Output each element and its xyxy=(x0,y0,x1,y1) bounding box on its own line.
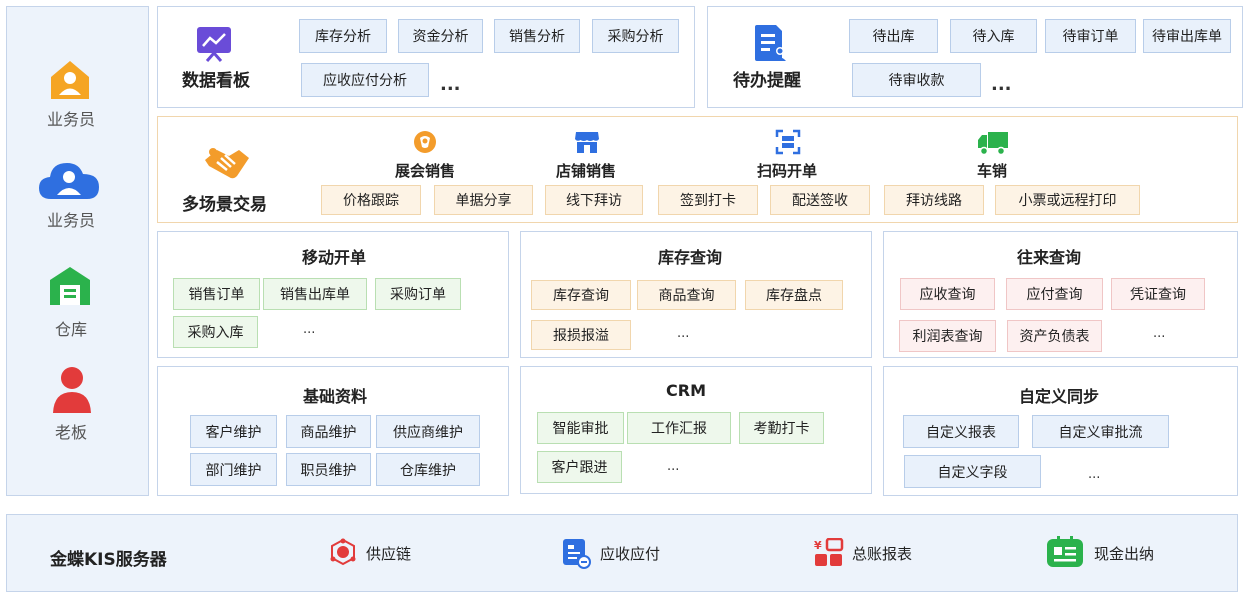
supply-chain-icon xyxy=(329,538,357,566)
scene-tag-visit-route[interactable]: 拜访线路 xyxy=(884,185,984,215)
basic-tag-product[interactable]: 商品维护 xyxy=(286,415,371,448)
exhibition-icon xyxy=(413,130,437,154)
warehouse-icon xyxy=(48,265,92,307)
custom-tag-report[interactable]: 自定义报表 xyxy=(903,415,1019,448)
basic-data-title: 基础资料 xyxy=(303,387,368,406)
mobile-order-title: 移动开单 xyxy=(302,248,367,267)
mobile-tag-purchase-inbound[interactable]: 采购入库 xyxy=(173,316,258,348)
scene-tag-offline-visit[interactable]: 线下拜访 xyxy=(545,185,643,215)
stock-tag-stocktake[interactable]: 库存盘点 xyxy=(745,280,843,310)
crm-tag-approval[interactable]: 智能审批 xyxy=(537,412,624,444)
crm-tag-customer-follow[interactable]: 客户跟进 xyxy=(537,451,622,483)
scan-icon xyxy=(775,129,801,155)
stock-tag-stock-query[interactable]: 库存查询 xyxy=(531,280,631,310)
mobile-tag-sales-outbound[interactable]: 销售出库单 xyxy=(263,278,367,310)
mobile-order-more: ... xyxy=(303,322,316,337)
dashboard-more: ... xyxy=(440,74,461,95)
account-tag-payable[interactable]: 应付查询 xyxy=(1006,278,1103,310)
todo-title: 待办提醒 xyxy=(733,71,801,91)
user-house-icon xyxy=(48,58,92,102)
service-label-receivable: 应收应付 xyxy=(600,545,661,563)
scene-tag-delivery-sign[interactable]: 配送签收 xyxy=(770,185,870,215)
custom-tag-approval-flow[interactable]: 自定义审批流 xyxy=(1032,415,1169,448)
role-label-salesman-cloud: 业务员 xyxy=(46,211,95,230)
crm-title: CRM xyxy=(666,381,706,400)
scene-tag-check-in[interactable]: 签到打卡 xyxy=(658,185,758,215)
stock-tag-product-query[interactable]: 商品查询 xyxy=(637,280,736,310)
account-query-title: 往来查询 xyxy=(1017,248,1082,267)
service-label-ledger: 总账报表 xyxy=(852,545,913,563)
custom-sync-title: 自定义同步 xyxy=(1019,387,1100,406)
stock-query-more: ... xyxy=(677,326,690,341)
stock-tag-loss-gain[interactable]: 报损报溢 xyxy=(531,320,631,350)
role-label-salesman: 业务员 xyxy=(46,110,95,129)
boss-person-icon xyxy=(52,366,92,414)
todo-tag-inbound[interactable]: 待入库 xyxy=(950,19,1037,53)
scene-label-exhibition: 展会销售 xyxy=(395,162,456,180)
role-label-boss: 老板 xyxy=(54,423,87,442)
dashboard-tag-sales[interactable]: 销售分析 xyxy=(494,19,580,53)
custom-tag-field[interactable]: 自定义字段 xyxy=(904,455,1041,488)
account-tag-voucher[interactable]: 凭证查询 xyxy=(1111,278,1205,310)
custom-sync-more: ... xyxy=(1088,467,1101,482)
stock-query-title: 库存查询 xyxy=(658,248,723,267)
store-icon xyxy=(574,130,600,154)
dashboard-tag-stock[interactable]: 库存分析 xyxy=(299,19,387,53)
dashboard-tag-ar-ap[interactable]: 应收应付分析 xyxy=(301,63,429,97)
crm-tag-work-report[interactable]: 工作汇报 xyxy=(627,412,731,444)
basic-tag-supplier[interactable]: 供应商维护 xyxy=(376,415,480,448)
account-query-more: ... xyxy=(1153,326,1166,341)
todo-tag-pending-receipt[interactable]: 待审收款 xyxy=(852,63,981,97)
todo-tag-pending-outbound[interactable]: 待审出库单 xyxy=(1143,19,1231,53)
account-tag-balance-sheet[interactable]: 资产负债表 xyxy=(1007,320,1102,352)
scene-tag-doc-share[interactable]: 单据分享 xyxy=(434,185,533,215)
cashier-icon xyxy=(1045,535,1085,569)
crm-more: ... xyxy=(667,459,680,474)
scene-tag-receipt-print[interactable]: 小票或远程打印 xyxy=(995,185,1140,215)
receivable-icon xyxy=(561,537,591,569)
basic-tag-department[interactable]: 部门维护 xyxy=(190,453,277,486)
scene-label-scan: 扫码开单 xyxy=(757,162,818,180)
service-label-cashier: 现金出纳 xyxy=(1094,545,1155,563)
basic-tag-customer[interactable]: 客户维护 xyxy=(190,415,277,448)
service-label-supply-chain: 供应链 xyxy=(366,545,412,563)
scene-label-truck: 车销 xyxy=(977,162,1008,180)
document-user-icon xyxy=(752,24,788,62)
truck-icon xyxy=(976,130,1010,156)
svg-text:¥: ¥ xyxy=(814,539,822,552)
basic-tag-staff[interactable]: 职员维护 xyxy=(286,453,371,486)
monitor-chart-icon xyxy=(195,25,233,63)
dashboard-tag-fund[interactable]: 资金分析 xyxy=(398,19,483,53)
ledger-report-icon: ¥ xyxy=(814,538,844,568)
account-tag-receivable[interactable]: 应收查询 xyxy=(900,278,995,310)
multi-scene-title: 多场景交易 xyxy=(182,195,267,215)
handshake-icon xyxy=(203,146,251,182)
user-cloud-icon xyxy=(37,157,101,201)
dashboard-title: 数据看板 xyxy=(182,71,250,91)
mobile-tag-sales-order[interactable]: 销售订单 xyxy=(173,278,260,310)
scene-label-store: 店铺销售 xyxy=(556,162,617,180)
server-title: 金蝶KIS服务器 xyxy=(50,550,167,570)
mobile-tag-purchase-order[interactable]: 采购订单 xyxy=(375,278,461,310)
dashboard-tag-purchase[interactable]: 采购分析 xyxy=(592,19,679,53)
todo-more: ... xyxy=(991,74,1012,95)
basic-tag-warehouse[interactable]: 仓库维护 xyxy=(376,453,480,486)
todo-tag-outbound[interactable]: 待出库 xyxy=(849,19,938,53)
crm-tag-attendance[interactable]: 考勤打卡 xyxy=(739,412,824,444)
scene-tag-price-tracking[interactable]: 价格跟踪 xyxy=(321,185,421,215)
account-tag-profit[interactable]: 利润表查询 xyxy=(899,320,996,352)
todo-tag-pending-order[interactable]: 待审订单 xyxy=(1045,19,1136,53)
role-label-warehouse: 仓库 xyxy=(54,320,87,339)
